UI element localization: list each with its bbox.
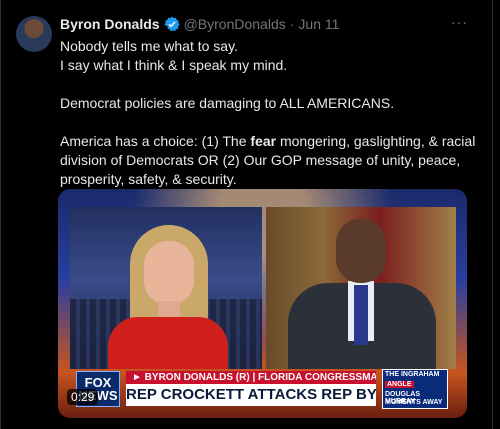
para3-bold: fear [250, 133, 277, 149]
promo-line-1: THE INGRAHAM [385, 371, 440, 378]
tweet-line-3: Democrat policies are damaging to ALL AM… [60, 95, 395, 111]
promo-line-2: ANGLE [385, 381, 414, 388]
video-timestamp: 0:29 [67, 389, 99, 405]
tweet-line-2: I say what I think & I speak my mind. [60, 57, 288, 73]
left-border [0, 0, 1, 429]
avatar[interactable] [16, 16, 52, 52]
author-handle[interactable]: @ByronDonalds [184, 16, 286, 32]
tweet-paragraph-3: America has a choice: (1) The fear monge… [60, 132, 480, 189]
lower-third-name: ► BYRON DONALDS (R) | FLORIDA CONGRESSMA… [126, 371, 376, 384]
tweet-text: Nobody tells me what to say. I say what … [60, 37, 480, 189]
tweet-line-1: Nobody tells me what to say. [60, 38, 238, 54]
author-name[interactable]: Byron Donalds [60, 16, 160, 32]
tweet-header: Byron Donalds @ByronDonalds · Jun 11 [60, 15, 339, 33]
show-promo: THE INGRAHAM ANGLE DOUGLAS MURRAY MOMENT… [382, 369, 448, 409]
para3-start: America has a choice: (1) The [60, 133, 251, 149]
video-panel-left [70, 207, 262, 369]
separator-dot: · [289, 16, 295, 32]
video-panel-right [266, 207, 456, 369]
promo-line-4: MOMENTS AWAY [385, 399, 443, 406]
verified-badge-icon [163, 16, 180, 32]
video-player[interactable]: FOX NEWS ► BYRON DONALDS (R) | FLORIDA C… [58, 189, 467, 418]
lower-third-headline: REP CROCKETT ATTACKS REP BYRON DONALDS [126, 384, 376, 406]
right-border [492, 0, 493, 429]
tweet-date[interactable]: Jun 11 [298, 16, 339, 32]
more-icon[interactable]: ··· [451, 14, 468, 30]
